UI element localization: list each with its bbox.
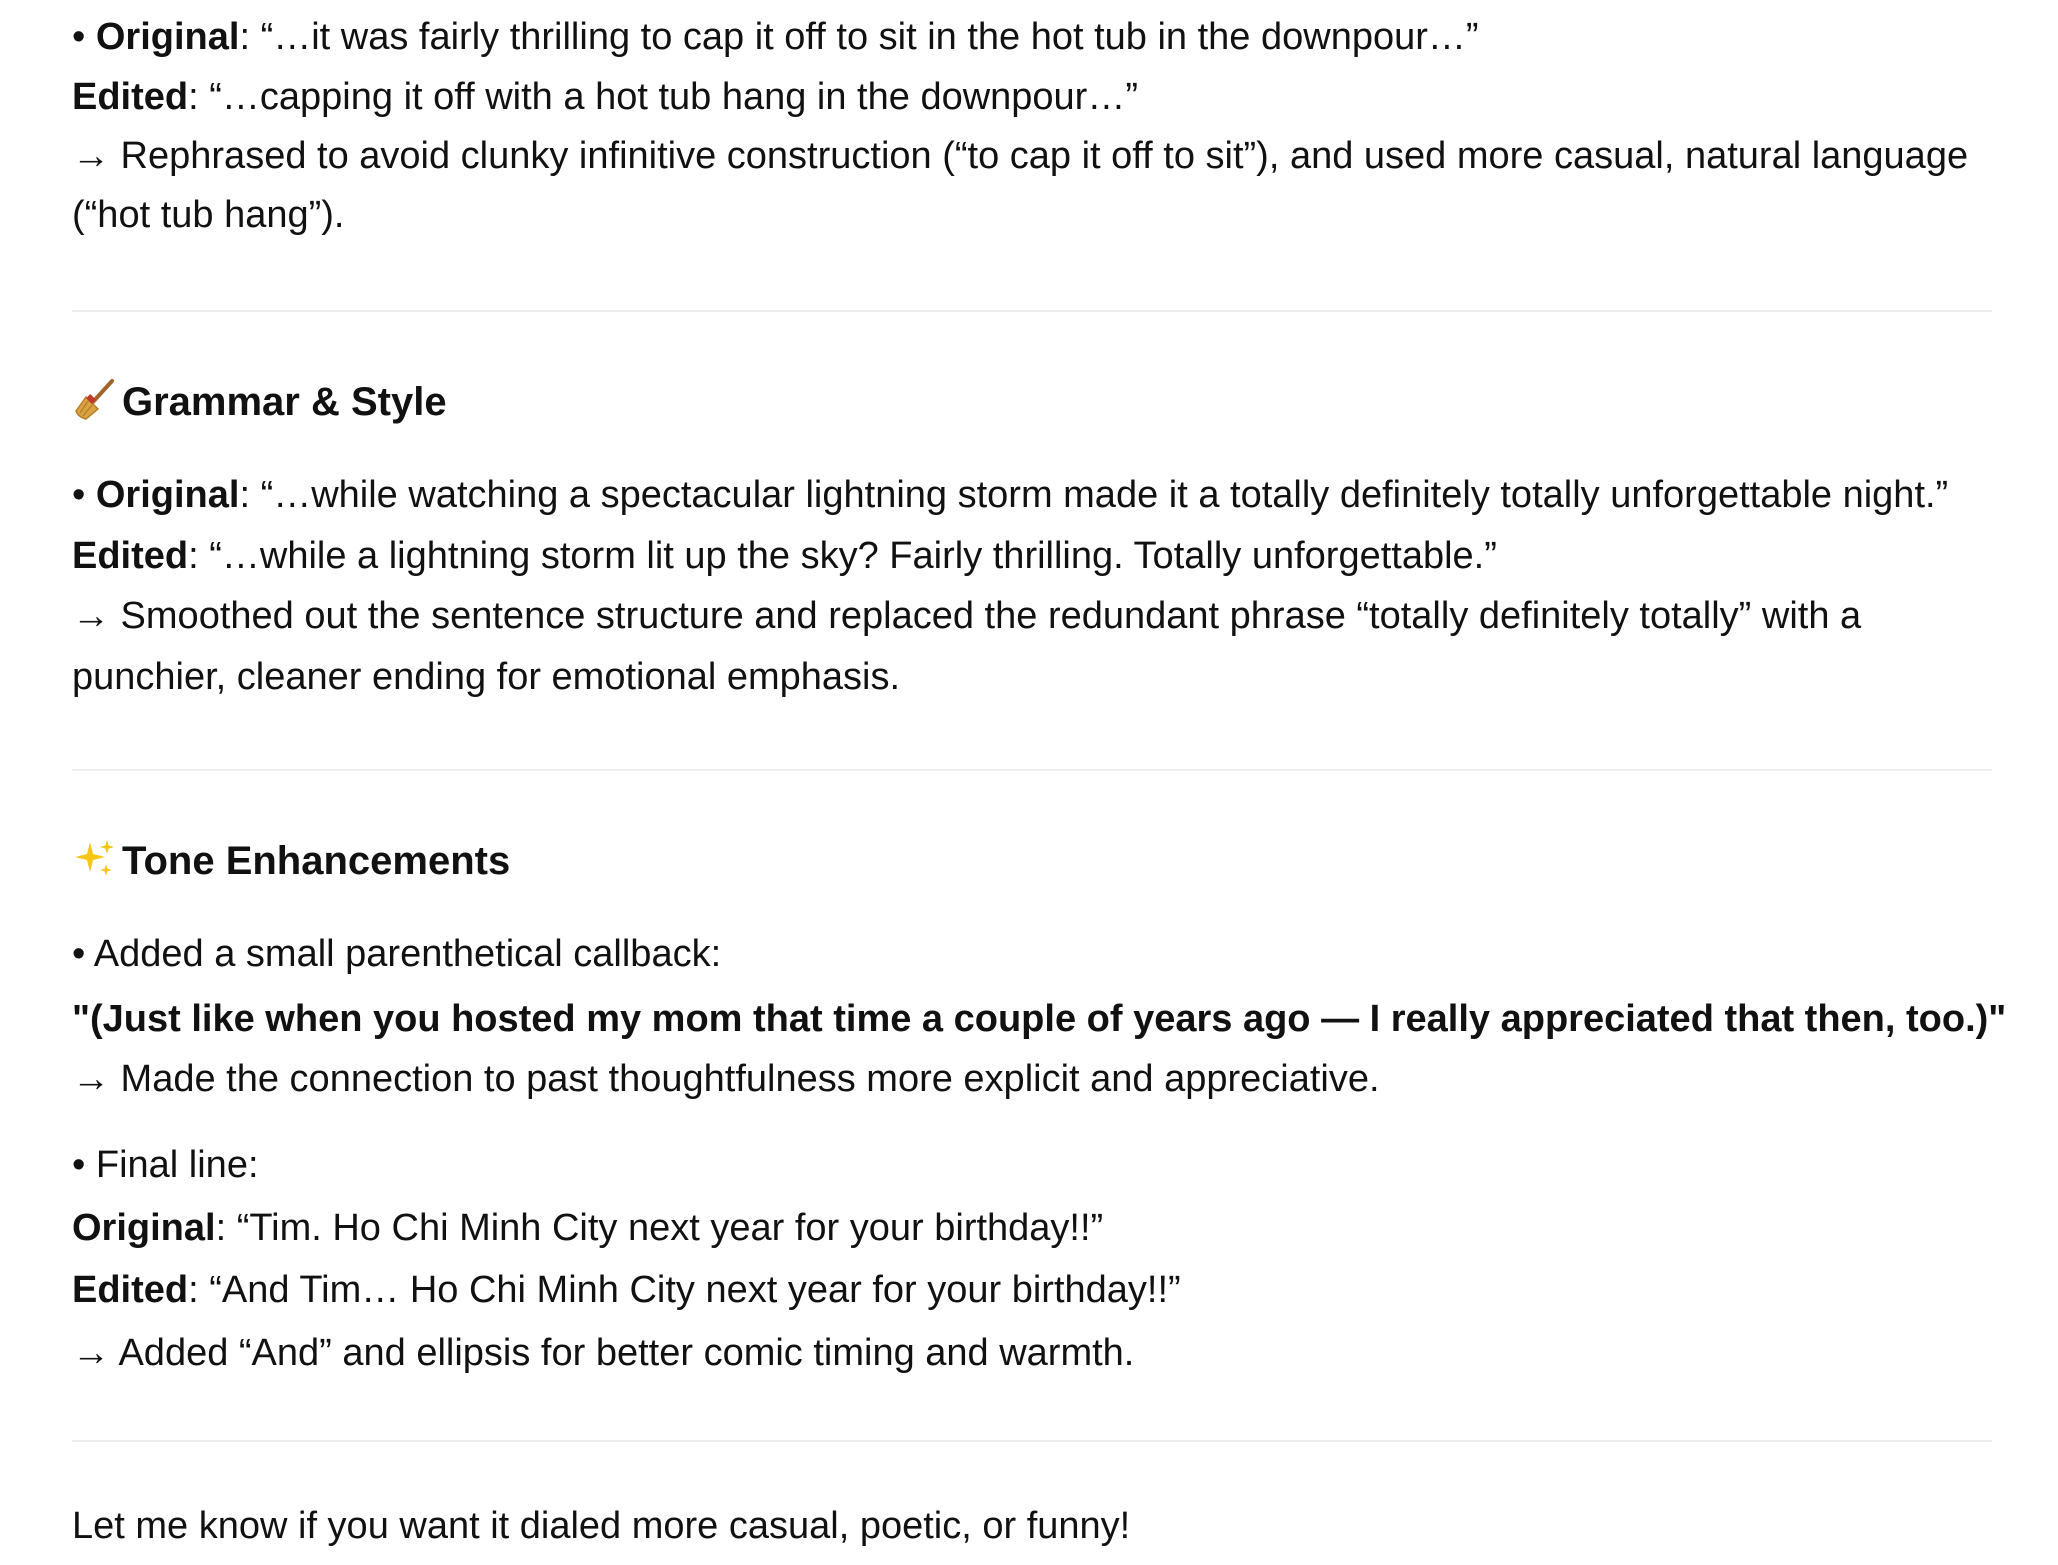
section-divider <box>72 1440 1992 1442</box>
bullet: • <box>72 474 86 516</box>
section-divider <box>72 769 1992 771</box>
tone-item1-note: → Made the connection to past thoughtful… <box>72 1058 1380 1100</box>
tone-item1-quote: "(Just like when you hosted my mom that … <box>72 998 2007 1040</box>
clarity-edited-line: Edited: “…capping it off with a hot tub … <box>72 74 1138 120</box>
broom-icon <box>72 377 118 423</box>
original-text: : “…it was fairly thrilling to cap it of… <box>239 16 1479 58</box>
closing-message: Let me know if you want it dialed more c… <box>72 1505 1131 1547</box>
edited-label: Edited <box>72 76 189 118</box>
clarity-original-line: • Original: “…it was fairly thrilling to… <box>72 14 1479 60</box>
grammar-heading: Grammar & Style <box>72 377 447 427</box>
tone-original-line: Original: “Tim. Ho Chi Minh City next ye… <box>72 1205 1103 1251</box>
grammar-note-line-1: → Smoothed out the sentence structure an… <box>72 595 1862 637</box>
bullet: • <box>72 1144 86 1186</box>
original-text: : “Tim. Ho Chi Minh City next year for y… <box>215 1207 1104 1249</box>
edited-text: : “…capping it off with a hot tub hang i… <box>188 76 1138 118</box>
section-divider <box>72 310 1992 312</box>
grammar-original-line: • Original: “…while watching a spectacul… <box>72 472 1948 518</box>
sparkles-icon <box>72 836 118 882</box>
grammar-edited-line: Edited: “…while a lightning storm lit up… <box>72 533 1497 579</box>
bullet: • <box>72 933 86 975</box>
tone-item2-note: → Added “And” and ellipsis for better co… <box>72 1332 1135 1374</box>
clarity-note-line-2: (“hot tub hang”). <box>72 194 345 236</box>
edited-label: Edited <box>72 1269 189 1311</box>
bullet: • <box>72 16 86 58</box>
grammar-title: Grammar & Style <box>122 380 447 424</box>
tone-item1-text: Added a small parenthetical callback: <box>93 933 722 975</box>
tone-edited-line: Edited: “And Tim… Ho Chi Minh City next … <box>72 1267 1181 1313</box>
original-label: Original <box>72 1207 216 1249</box>
clarity-note-line-1: → Rephrased to avoid clunky infinitive c… <box>72 135 1969 177</box>
grammar-note-line-2: punchier, cleaner ending for emotional e… <box>72 656 901 698</box>
original-text: : “…while watching a spectacular lightni… <box>239 474 1949 516</box>
tone-heading: Tone Enhancements <box>72 836 510 886</box>
tone-item1-line: • Added a small parenthetical callback: <box>72 931 721 977</box>
tone-title: Tone Enhancements <box>122 839 511 883</box>
original-label: Original <box>95 474 240 516</box>
original-label: Original <box>95 16 240 58</box>
edited-text: : “…while a lightning storm lit up the s… <box>188 535 1497 577</box>
tone-item2-line: • Final line: <box>72 1142 259 1188</box>
tone-item2-text: Final line: <box>95 1144 259 1186</box>
edited-text: : “And Tim… Ho Chi Minh City next year f… <box>188 1269 1181 1311</box>
edited-label: Edited <box>72 535 189 577</box>
